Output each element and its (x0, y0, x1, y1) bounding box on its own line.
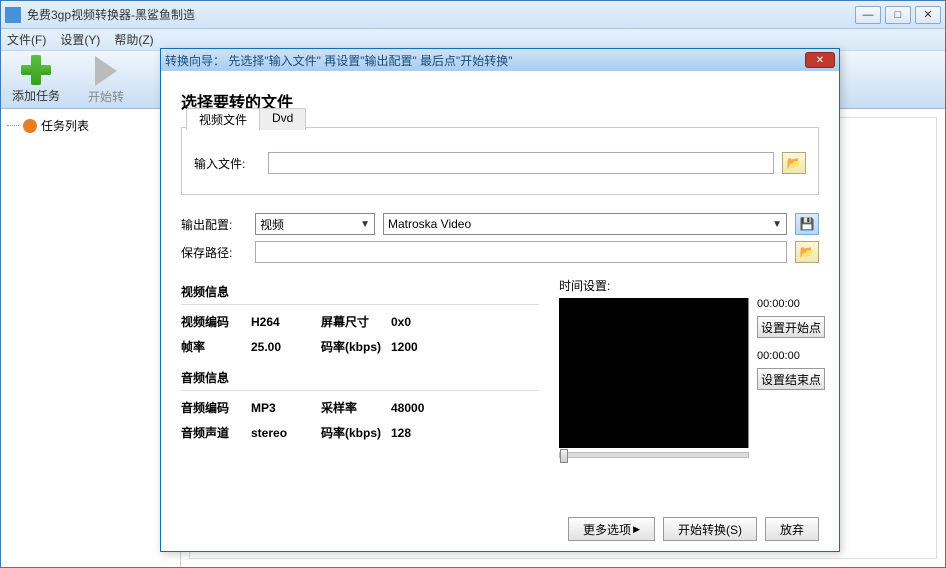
plus-icon (19, 55, 53, 85)
browse-input-button[interactable]: 📂 (782, 152, 806, 174)
input-file-group: 视频文件 Dvd 输入文件: 📂 (181, 127, 819, 195)
dialog-footer: 更多选项▶ 开始转换(S) 放弃 (568, 517, 819, 541)
video-codec-label: 视频编码 (181, 313, 251, 330)
video-preview (559, 298, 749, 448)
play-icon (95, 56, 117, 86)
video-info-title: 视频信息 (181, 283, 539, 305)
window-controls: — □ ✕ (855, 6, 941, 24)
start-convert-button[interactable]: 开始转 (81, 54, 131, 105)
maximize-button[interactable]: □ (885, 6, 911, 24)
media-info: 视频信息 视频编码 H264 屏幕尺寸 0x0 帧率 25.00 码率(kbps… (181, 277, 539, 458)
chevron-down-icon: ▼ (360, 219, 370, 230)
output-format-value: Matroska Video (388, 217, 471, 231)
menu-help[interactable]: 帮助(Z) (114, 31, 153, 48)
fps-label: 帧率 (181, 338, 251, 355)
dialog-title: 转换向导： 先选择"输入文件" 再设置"输出配置" 最后点"开始转换" (165, 52, 805, 69)
format-settings-button[interactable]: 💾 (795, 213, 819, 235)
chevron-down-icon: ▼ (772, 219, 782, 230)
abort-button[interactable]: 放弃 (765, 517, 819, 541)
start-time-value: 00:00:00 (757, 298, 800, 310)
tab-video-file[interactable]: 视频文件 (186, 108, 260, 130)
dialog-close-button[interactable]: ✕ (805, 52, 835, 68)
set-end-button[interactable]: 设置结束点 (757, 368, 825, 390)
output-type-value: 视频 (260, 216, 284, 233)
fps-value: 25.00 (251, 340, 321, 354)
output-type-combo[interactable]: 视频 ▼ (255, 213, 375, 235)
input-file-label: 输入文件: (194, 155, 260, 172)
video-codec-value: H264 (251, 315, 321, 329)
save-path-label: 保存路径: (181, 244, 247, 261)
abitrate-value: 128 (391, 426, 451, 440)
more-options-button[interactable]: 更多选项▶ (568, 517, 655, 541)
slider-thumb[interactable] (560, 449, 568, 463)
close-button[interactable]: ✕ (915, 6, 941, 24)
input-file-field[interactable] (268, 152, 774, 174)
channels-value: stereo (251, 426, 321, 440)
tree-connector (7, 125, 19, 126)
vbitrate-value: 1200 (391, 340, 451, 354)
output-config-label: 输出配置: (181, 216, 247, 233)
menu-file[interactable]: 文件(F) (7, 31, 46, 48)
preview-column: 时间设置: 00:00:00 设置开始点 00:00:00 设置结束点 (559, 277, 819, 458)
save-path-field[interactable] (255, 241, 787, 263)
sample-rate-value: 48000 (391, 401, 451, 415)
vbitrate-label: 码率(kbps) (321, 338, 391, 355)
task-list-node[interactable]: 任务列表 (7, 117, 174, 134)
chevron-right-icon: ▶ (633, 524, 640, 535)
time-slider[interactable] (559, 452, 749, 458)
start-convert-dialog-button[interactable]: 开始转换(S) (663, 517, 757, 541)
dialog-titlebar: 转换向导： 先选择"输入文件" 再设置"输出配置" 最后点"开始转换" ✕ (161, 49, 839, 71)
channels-label: 音频声道 (181, 424, 251, 441)
screen-size-label: 屏幕尺寸 (321, 313, 391, 330)
audio-codec-value: MP3 (251, 401, 321, 415)
end-time-value: 00:00:00 (757, 350, 800, 362)
add-task-label: 添加任务 (12, 87, 60, 104)
dialog-body: 选择要转的文件 视频文件 Dvd 输入文件: 📂 输出配置: 视频 ▼ Matr… (161, 71, 839, 468)
start-convert-label: 开始转 (88, 88, 124, 105)
abitrate-label: 码率(kbps) (321, 424, 391, 441)
browse-save-path-button[interactable]: 📂 (795, 241, 819, 263)
folder-open-icon: 📂 (787, 156, 802, 170)
wizard-dialog: 转换向导： 先选择"输入文件" 再设置"输出配置" 最后点"开始转换" ✕ 选择… (160, 48, 840, 552)
set-start-button[interactable]: 设置开始点 (757, 316, 825, 338)
window-title: 免费3gp视频转换器-黑鲨鱼制造 (27, 6, 855, 23)
minimize-button[interactable]: — (855, 6, 881, 24)
add-task-button[interactable]: 添加任务 (11, 55, 61, 104)
output-format-combo[interactable]: Matroska Video ▼ (383, 213, 787, 235)
task-list-label: 任务列表 (41, 117, 89, 134)
tab-dvd[interactable]: Dvd (259, 108, 306, 130)
audio-info-title: 音频信息 (181, 369, 539, 391)
disk-icon: 💾 (800, 217, 815, 231)
audio-codec-label: 音频编码 (181, 399, 251, 416)
screen-size-value: 0x0 (391, 315, 451, 329)
sample-rate-label: 采样率 (321, 399, 391, 416)
folder-icon (23, 119, 37, 133)
app-icon (5, 7, 21, 23)
sidebar: 任务列表 (1, 109, 181, 567)
menu-settings[interactable]: 设置(Y) (60, 31, 100, 48)
time-settings-label: 时间设置: (559, 277, 819, 294)
titlebar: 免费3gp视频转换器-黑鲨鱼制造 — □ ✕ (1, 1, 945, 29)
folder-open-icon: 📂 (800, 245, 815, 259)
tab-row: 视频文件 Dvd (186, 108, 305, 130)
